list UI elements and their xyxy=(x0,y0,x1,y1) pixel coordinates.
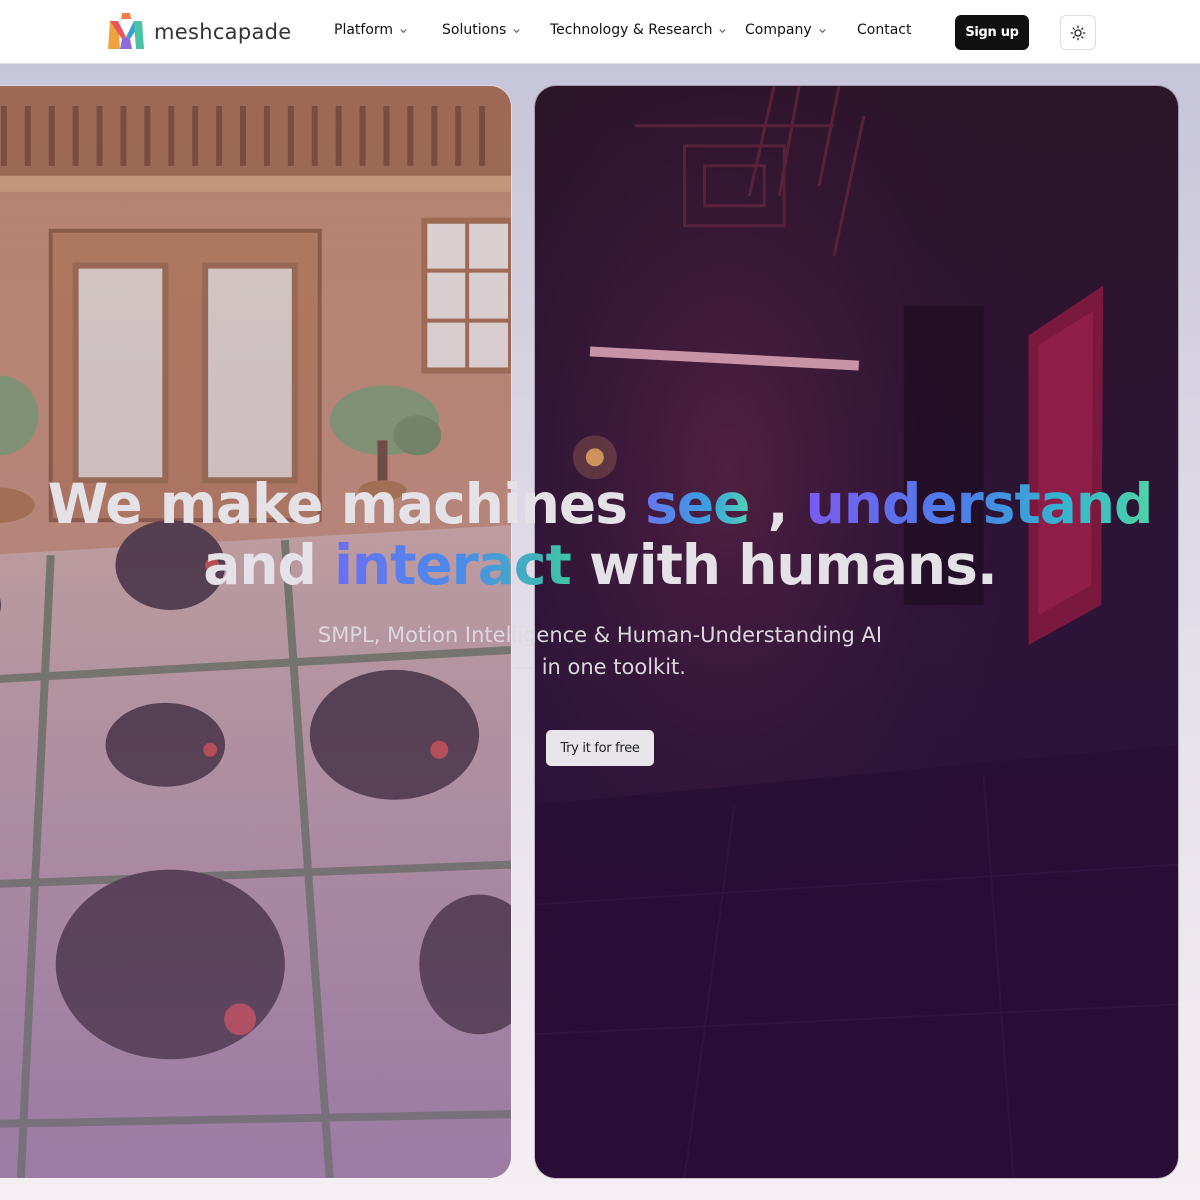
headline-text: with humans. xyxy=(570,533,998,597)
headline-word-see: see xyxy=(645,472,750,536)
meshcapade-logo-icon xyxy=(104,9,148,55)
chevron-down-icon xyxy=(400,28,407,33)
nav-label: Company xyxy=(745,22,812,38)
hero-section: We make machines see , understand and in… xyxy=(0,64,1200,1200)
chevron-down-icon xyxy=(513,28,520,33)
brand-name: meshcapade xyxy=(154,20,292,44)
try-free-button[interactable]: Try it for free xyxy=(546,730,654,766)
sun-icon xyxy=(1070,25,1086,40)
headline-separator: , xyxy=(749,472,806,536)
nav-solutions[interactable]: Solutions xyxy=(442,22,521,38)
nav-label: Platform xyxy=(334,22,394,38)
subtitle-line: — in one toolkit. xyxy=(514,655,686,679)
nav-company[interactable]: Company xyxy=(745,22,827,38)
subtitle-line: SMPL, Motion Intelligence & Human-Unders… xyxy=(317,623,883,647)
nav-label: Contact xyxy=(857,22,912,38)
chevron-down-icon xyxy=(818,28,826,33)
headline-word-interact: interact xyxy=(334,533,572,597)
theme-toggle-button[interactable] xyxy=(1060,15,1096,50)
site-header: meshcapade Platform Solutions Technology… xyxy=(0,0,1200,64)
hero-headline: We make machines see , understand and in… xyxy=(0,474,1200,596)
signup-button[interactable]: Sign up xyxy=(955,15,1029,50)
headline-text: and xyxy=(203,533,335,597)
hero-subtitle: SMPL, Motion Intelligence & Human-Unders… xyxy=(300,619,900,683)
nav-contact[interactable]: Contact xyxy=(857,22,911,38)
nav-technology-research[interactable]: Technology & Research xyxy=(550,22,727,38)
headline-word-understand: understand xyxy=(805,472,1154,536)
chevron-down-icon xyxy=(719,28,727,33)
brand-logo[interactable]: meshcapade xyxy=(104,11,292,53)
headline-text: We make machines xyxy=(47,472,646,536)
nav-label: Technology & Research xyxy=(550,22,713,38)
nav-platform[interactable]: Platform xyxy=(334,22,408,38)
nav-label: Solutions xyxy=(442,22,507,38)
